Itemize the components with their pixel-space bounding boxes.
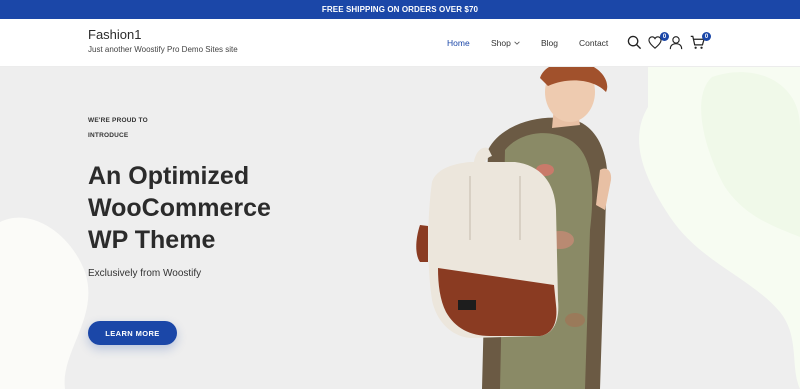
site-title[interactable]: Fashion1 [88,27,141,42]
search-icon[interactable] [627,35,642,50]
nav-blog[interactable]: Blog [541,38,558,48]
site-header: Fashion1 Just another Woostify Pro Demo … [0,19,800,67]
hero-subline: Exclusively from Woostify [88,268,202,279]
wishlist-count-badge: 0 [660,32,669,41]
nav-shop[interactable]: Shop [491,38,520,48]
model-photo [416,67,612,389]
learn-more-button[interactable]: LEARN MORE [88,321,177,345]
announcement-text: FREE SHIPPING ON ORDERS OVER $70 [321,5,479,14]
hero-headline-line1: An Optimized [88,162,250,190]
cart-count-badge: 0 [702,32,711,41]
hero-headline-line2: WooCommerce [88,194,271,222]
chevron-down-icon [514,41,520,45]
hero-eyebrow-line2: INTRODUCE [88,132,129,139]
hero-banner: WE'RE PROUD TO INTRODUCE An Optimized Wo… [0,67,800,389]
nav-shop-label: Shop [491,38,511,48]
hero-headline-line3: WP Theme [88,226,216,254]
nav-contact[interactable]: Contact [579,38,608,48]
user-icon[interactable] [669,35,683,50]
hero-eyebrow-line1: WE'RE PROUD TO [88,117,148,124]
nav-home[interactable]: Home [447,38,470,48]
site-tagline: Just another Woostify Pro Demo Sites sit… [88,45,238,54]
announcement-bar: FREE SHIPPING ON ORDERS OVER $70 [0,0,800,19]
